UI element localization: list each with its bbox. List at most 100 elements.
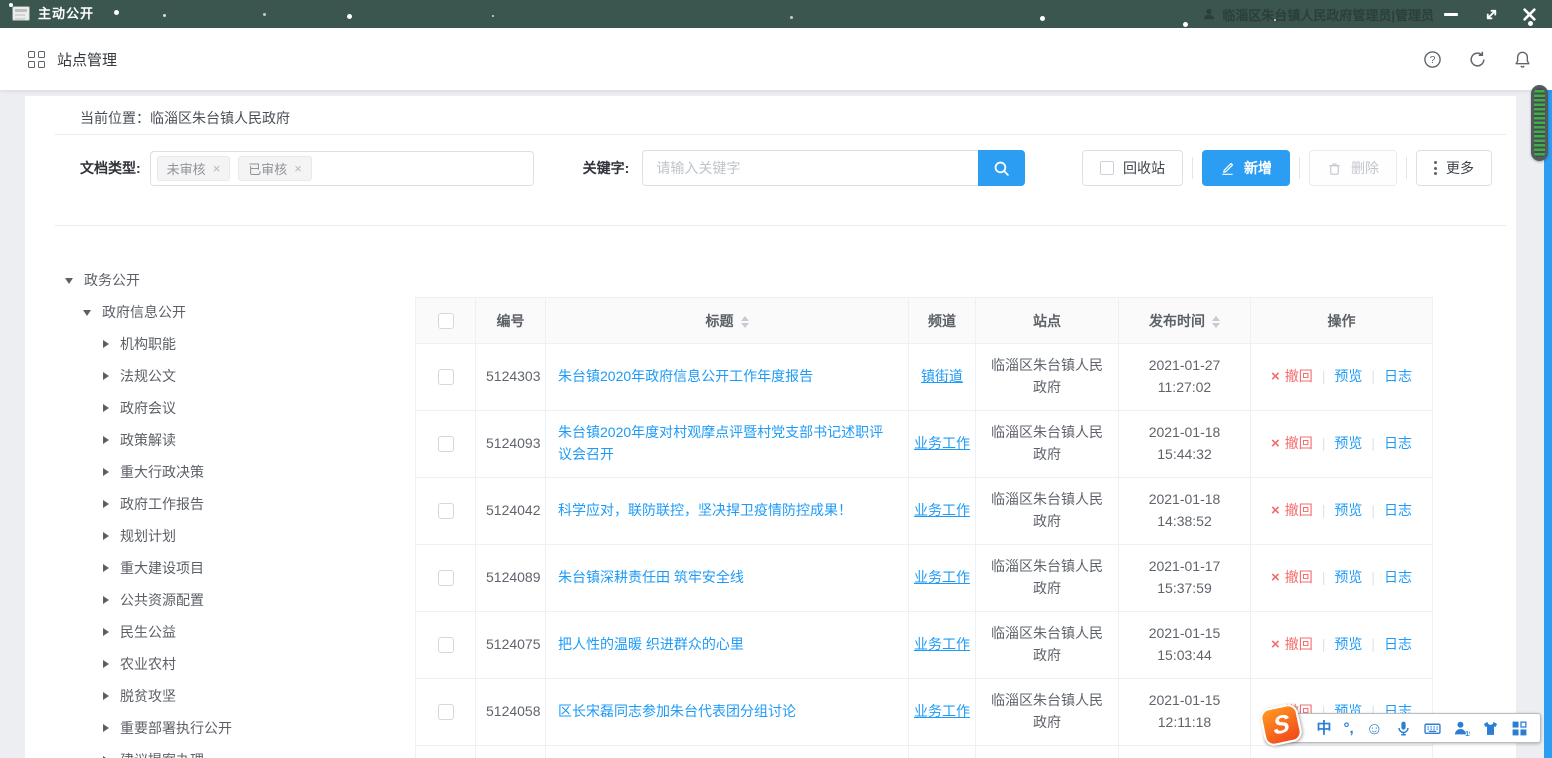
refresh-icon[interactable] — [1468, 50, 1487, 69]
keyword-input[interactable] — [642, 150, 978, 186]
tree-item[interactable]: 重大建设项目 — [25, 552, 415, 584]
tree-item[interactable]: 法规公文 — [25, 360, 415, 392]
caret-icon[interactable] — [103, 564, 109, 572]
tree-item[interactable]: 建议提案办理 — [25, 744, 415, 758]
tree-item[interactable]: 重大行政决策 — [25, 456, 415, 488]
log-action[interactable]: 日志 — [1384, 502, 1412, 518]
preview-action[interactable]: 预览 — [1334, 368, 1362, 384]
row-title-link[interactable]: 朱台镇2020年度对村观摩点评暨村党支部书记述职评议会召开 — [558, 424, 883, 462]
withdraw-action[interactable]: ×撤回 — [1271, 569, 1313, 585]
scrollbar-track[interactable] — [1544, 60, 1552, 758]
sort-icon[interactable] — [1212, 316, 1220, 328]
doc-type-tag[interactable]: 已审核 × — [238, 156, 312, 181]
tree-item[interactable]: 农业农村 — [25, 648, 415, 680]
recycle-bin-button[interactable]: 回收站 — [1082, 150, 1183, 186]
skin-shirt-icon[interactable] — [1482, 720, 1499, 737]
delete-button[interactable]: 删除 — [1309, 150, 1397, 186]
tree-item[interactable]: 政府会议 — [25, 392, 415, 424]
row-channel-link[interactable]: 业务工作 — [914, 569, 970, 585]
caret-icon[interactable] — [103, 532, 109, 540]
row-checkbox[interactable] — [438, 503, 454, 519]
microphone-icon[interactable] — [1395, 720, 1412, 737]
log-action[interactable]: 日志 — [1384, 435, 1412, 451]
row-site: 临淄区朱台镇人民政府 — [976, 411, 1119, 478]
preview-action[interactable]: 预览 — [1334, 502, 1362, 518]
caret-icon[interactable] — [103, 692, 109, 700]
row-checkbox[interactable] — [438, 570, 454, 586]
tree-item[interactable]: 规划计划 — [25, 520, 415, 552]
row-checkbox[interactable] — [438, 369, 454, 385]
minimize-button[interactable] — [1436, 0, 1466, 28]
row-title-link[interactable]: 朱台镇深耕责任田 筑牢安全线 — [558, 569, 744, 585]
select-all-checkbox[interactable] — [438, 313, 454, 329]
maximize-button[interactable] — [1476, 0, 1506, 28]
preview-action[interactable]: 预览 — [1334, 636, 1362, 652]
row-channel-link[interactable]: 业务工作 — [914, 703, 970, 719]
more-button[interactable]: 更多 — [1416, 150, 1492, 186]
emoji-icon[interactable]: ☺ — [1366, 720, 1383, 737]
search-button[interactable] — [978, 150, 1025, 186]
row-checkbox[interactable] — [438, 637, 454, 653]
row-title-link[interactable]: 把人性的温暖 织进群众的心里 — [558, 636, 744, 652]
tree-item[interactable]: 公共资源配置 — [25, 584, 415, 616]
column-header-title[interactable]: 标题 — [546, 298, 909, 344]
withdraw-action[interactable]: ×撤回 — [1271, 502, 1313, 518]
log-action[interactable]: 日志 — [1384, 569, 1412, 585]
ime-menu-grid-icon[interactable] — [1511, 720, 1528, 737]
tree-item[interactable]: 政务公开 — [25, 264, 415, 296]
tag-close-icon[interactable]: × — [294, 162, 302, 175]
sort-icon[interactable] — [741, 316, 749, 328]
recycle-bin-checkbox[interactable] — [1100, 161, 1114, 175]
add-button[interactable]: 新增 — [1202, 150, 1290, 186]
withdraw-action[interactable]: ×撤回 — [1271, 368, 1313, 384]
row-channel-link[interactable]: 业务工作 — [914, 502, 970, 518]
caret-icon[interactable] — [103, 436, 109, 444]
caret-icon[interactable] — [103, 660, 109, 668]
chinese-mode-icon[interactable]: 中 — [1316, 721, 1331, 736]
help-icon[interactable]: ? — [1423, 50, 1442, 69]
tag-close-icon[interactable]: × — [213, 162, 221, 175]
caret-icon[interactable] — [103, 596, 109, 604]
keyboard-icon[interactable] — [1424, 720, 1441, 737]
caret-icon[interactable] — [65, 278, 73, 284]
caret-icon[interactable] — [103, 724, 109, 732]
log-action[interactable]: 日志 — [1384, 368, 1412, 384]
tree-item[interactable]: 政策解读 — [25, 424, 415, 456]
tree-item[interactable]: 政府信息公开 — [25, 296, 415, 328]
row-title-link[interactable]: 科学应对，联防联控，坚决捍卫疫情防控成果！ — [558, 502, 852, 518]
user-account-icon[interactable]: 19 — [1453, 720, 1470, 737]
withdraw-action[interactable]: ×撤回 — [1271, 435, 1313, 451]
caret-icon[interactable] — [103, 500, 109, 508]
log-action[interactable]: 日志 — [1384, 636, 1412, 652]
close-button[interactable] — [1514, 0, 1544, 28]
preview-action[interactable]: 预览 — [1334, 569, 1362, 585]
row-channel-link[interactable]: 镇街道 — [921, 368, 963, 384]
row-title-link[interactable]: 朱台镇2020年政府信息公开工作年度报告 — [558, 368, 813, 384]
tree-item[interactable]: 机构职能 — [25, 328, 415, 360]
tree-item[interactable]: 政府工作报告 — [25, 488, 415, 520]
row-title-link[interactable]: 区长宋磊同志参加朱台代表团分组讨论 — [558, 703, 796, 719]
doc-type-tag[interactable]: 未审核 × — [157, 156, 231, 181]
caret-icon[interactable] — [103, 404, 109, 412]
tree-item[interactable]: 民生公益 — [25, 616, 415, 648]
caret-icon[interactable] — [103, 372, 109, 380]
row-channel-link[interactable]: 业务工作 — [914, 636, 970, 652]
scrollbar-thumb[interactable] — [1531, 85, 1548, 161]
punctuation-icon[interactable]: °, — [1343, 721, 1353, 736]
caret-icon[interactable] — [103, 340, 109, 348]
tree-item[interactable]: 重要部署执行公开 — [25, 712, 415, 744]
menu-grid-icon[interactable] — [28, 51, 45, 68]
row-checkbox[interactable] — [438, 436, 454, 452]
caret-icon[interactable] — [83, 310, 91, 316]
withdraw-action[interactable]: ×撤回 — [1271, 636, 1313, 652]
caret-icon[interactable] — [103, 468, 109, 476]
doc-type-select[interactable]: 未审核 × 已审核 × — [150, 151, 534, 186]
tree-item[interactable]: 脱贫攻坚 — [25, 680, 415, 712]
row-channel-link[interactable]: 业务工作 — [914, 435, 970, 451]
caret-icon[interactable] — [103, 628, 109, 636]
preview-action[interactable]: 预览 — [1334, 435, 1362, 451]
notification-bell-icon[interactable] — [1513, 50, 1532, 69]
row-checkbox[interactable] — [438, 704, 454, 720]
tag-label: 已审核 — [248, 159, 287, 178]
column-header-publish-time[interactable]: 发布时间 — [1119, 298, 1251, 344]
